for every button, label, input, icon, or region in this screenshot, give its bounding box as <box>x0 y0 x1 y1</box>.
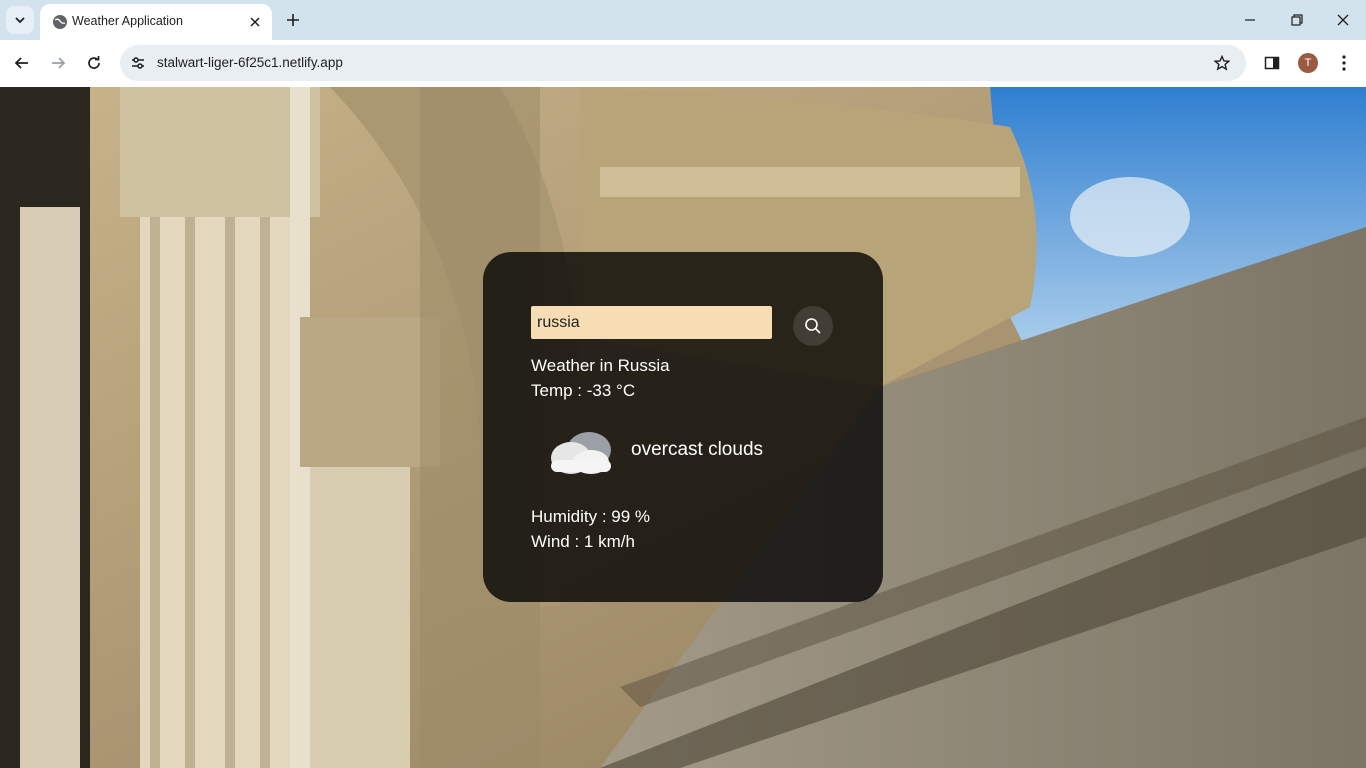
plus-icon <box>287 14 299 26</box>
close-icon <box>1337 14 1349 26</box>
temperature-text: Temp : -33 °C <box>531 381 636 400</box>
tab-title: Weather Application <box>72 14 183 28</box>
reload-icon <box>88 56 100 69</box>
minimize-button[interactable] <box>1238 8 1262 32</box>
tab-weather-application[interactable]: Weather Application <box>40 4 272 40</box>
chevron-down-icon <box>15 17 25 24</box>
tab-strip: Weather Application <box>0 0 1366 40</box>
reload-button[interactable] <box>81 50 107 76</box>
back-button[interactable] <box>9 50 35 76</box>
site-info-button[interactable] <box>128 53 148 73</box>
tab-search-button[interactable] <box>6 6 34 34</box>
side-panel-button[interactable] <box>1260 51 1284 75</box>
globe-icon <box>53 15 67 29</box>
more-vert-icon <box>1342 55 1346 71</box>
close-window-button[interactable] <box>1331 8 1355 32</box>
city-heading: Weather in Russia <box>531 356 670 375</box>
restore-button[interactable] <box>1285 8 1309 32</box>
bookmark-button[interactable] <box>1212 53 1232 73</box>
tab-close-button[interactable] <box>246 13 264 31</box>
minimize-icon <box>1245 19 1255 21</box>
forward-button[interactable] <box>45 50 71 76</box>
search-icon <box>805 318 821 334</box>
tune-icon <box>132 57 144 69</box>
humidity-text: Humidity : 99 % <box>531 507 651 526</box>
search-button[interactable] <box>793 306 833 346</box>
browser-toolbar: stalwart-liger-6f25c1.netlify.app <box>0 40 1366 87</box>
side-panel-icon <box>1264 56 1280 70</box>
cloud-icon <box>551 432 611 474</box>
url-text: stalwart-liger-6f25c1.netlify.app <box>157 55 343 70</box>
arrow-left-icon <box>14 57 28 69</box>
star-icon <box>1214 55 1230 71</box>
profile-avatar[interactable]: T <box>1298 53 1318 73</box>
address-bar[interactable]: stalwart-liger-6f25c1.netlify.app <box>120 45 1246 81</box>
weather-card: Weather in Russia Temp : -33 °C overcast… <box>483 252 883 602</box>
new-tab-button[interactable] <box>280 7 306 33</box>
close-icon <box>250 17 260 27</box>
menu-button[interactable] <box>1332 51 1356 75</box>
city-search-input[interactable] <box>531 306 772 339</box>
wind-text: Wind : 1 km/h <box>531 532 635 551</box>
condition-text: overcast clouds <box>631 439 764 460</box>
restore-icon <box>1291 14 1303 26</box>
page-viewport: Weather in Russia Temp : -33 °C overcast… <box>0 87 1366 768</box>
arrow-right-icon <box>52 57 66 69</box>
